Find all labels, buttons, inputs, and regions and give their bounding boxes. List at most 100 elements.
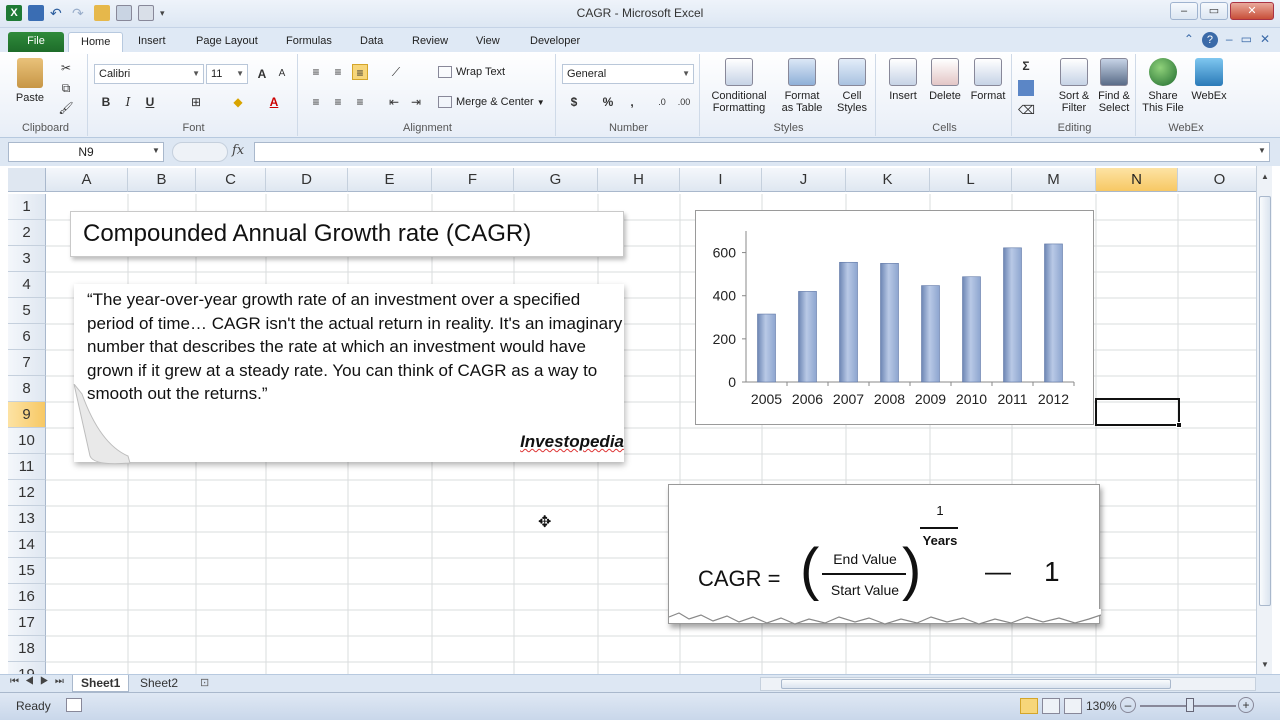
row-header-3[interactable]: 3 bbox=[8, 246, 46, 272]
align-top-icon[interactable]: ≡ bbox=[308, 64, 324, 80]
zoom-level[interactable]: 130% bbox=[1086, 699, 1117, 713]
bar-2005[interactable] bbox=[757, 313, 776, 383]
share-this-file-button[interactable]: Share This File bbox=[1140, 58, 1186, 114]
sort-filter-button[interactable]: Sort & Filter bbox=[1054, 58, 1094, 114]
currency-button[interactable]: $ bbox=[566, 94, 582, 110]
clear-icon[interactable]: ⌫ bbox=[1018, 102, 1035, 118]
align-bottom-icon[interactable]: ≡ bbox=[352, 64, 368, 80]
format-painter-icon[interactable]: 🖌 bbox=[58, 100, 74, 116]
row-header-17[interactable]: 17 bbox=[8, 610, 46, 636]
increase-indent-icon[interactable]: ⇥ bbox=[408, 94, 424, 110]
sheet-nav-arrows-icon[interactable]: ⏮◀▶⏭ bbox=[10, 676, 70, 687]
format-as-table-button[interactable]: Format as Table bbox=[776, 58, 828, 114]
zoom-out-icon[interactable]: – bbox=[1120, 697, 1136, 713]
normal-view-icon[interactable] bbox=[1020, 698, 1038, 714]
bar-2006[interactable] bbox=[798, 291, 817, 383]
shrink-font-icon[interactable]: A bbox=[274, 66, 290, 82]
formula-input[interactable] bbox=[254, 142, 1270, 162]
row-header-10[interactable]: 10 bbox=[8, 428, 46, 454]
row-header-2[interactable]: 2 bbox=[8, 220, 46, 246]
cut-icon[interactable]: ✂ bbox=[58, 60, 74, 76]
column-header-a[interactable]: A bbox=[46, 168, 128, 192]
scroll-up-icon[interactable]: ▲ bbox=[1261, 172, 1269, 181]
column-header-f[interactable]: F bbox=[432, 168, 514, 192]
column-header-b[interactable]: B bbox=[128, 168, 196, 192]
number-format-combo[interactable]: General ▼ bbox=[562, 64, 694, 84]
tab-file[interactable]: File bbox=[8, 32, 64, 52]
sheet-tab-sheet2[interactable]: Sheet2 bbox=[132, 675, 186, 692]
help-icon[interactable]: ? bbox=[1201, 32, 1218, 48]
underline-button[interactable]: U bbox=[142, 94, 158, 110]
orientation-icon[interactable]: ⟋ bbox=[388, 64, 404, 80]
page-break-view-icon[interactable] bbox=[1064, 698, 1082, 714]
font-name-combo[interactable]: Calibri ▼ bbox=[94, 64, 204, 84]
tab-formulas[interactable]: Formulas bbox=[274, 32, 344, 52]
align-right-icon[interactable]: ≡ bbox=[352, 94, 368, 110]
select-all-corner[interactable] bbox=[8, 168, 46, 192]
row-header-8[interactable]: 8 bbox=[8, 376, 46, 402]
workbook-close-icon[interactable]: ✕ bbox=[1260, 32, 1270, 48]
borders-icon[interactable]: ⊞ bbox=[188, 94, 204, 110]
row-header-15[interactable]: 15 bbox=[8, 558, 46, 584]
merge-center-button[interactable]: Merge & Center ▼ bbox=[438, 96, 545, 109]
wrap-text-button[interactable]: Wrap Text bbox=[438, 66, 505, 79]
fill-icon[interactable] bbox=[1018, 80, 1034, 96]
decrease-decimal-icon[interactable]: .00 bbox=[676, 94, 692, 110]
bar-2008[interactable] bbox=[880, 263, 899, 383]
column-header-k[interactable]: K bbox=[846, 168, 930, 192]
percent-button[interactable]: % bbox=[600, 94, 616, 110]
bar-2007[interactable] bbox=[839, 261, 858, 383]
comma-button[interactable]: , bbox=[624, 94, 640, 110]
workbook-restore-icon[interactable]: ▭ bbox=[1241, 32, 1252, 48]
grow-font-icon[interactable]: A bbox=[254, 66, 270, 82]
conditional-formatting-button[interactable]: Conditional Formatting bbox=[706, 58, 772, 114]
sheet-tab-sheet1[interactable]: Sheet1 bbox=[72, 675, 130, 692]
tab-data[interactable]: Data bbox=[348, 32, 395, 52]
bar-2012[interactable] bbox=[1044, 243, 1063, 383]
selected-cell-n9[interactable] bbox=[1095, 398, 1182, 428]
tab-page-layout[interactable]: Page Layout bbox=[184, 32, 270, 52]
copy-icon[interactable]: ⧉ bbox=[58, 80, 74, 96]
format-cells-button[interactable]: Format bbox=[966, 58, 1010, 102]
autosum-icon[interactable]: Σ bbox=[1018, 58, 1034, 74]
column-header-e[interactable]: E bbox=[348, 168, 432, 192]
page-layout-view-icon[interactable] bbox=[1042, 698, 1060, 714]
vertical-scrollbar[interactable]: ▲ ▼ bbox=[1256, 166, 1272, 674]
workbook-minimize-icon[interactable]: – bbox=[1226, 32, 1233, 48]
tab-home[interactable]: Home bbox=[68, 32, 124, 52]
column-header-j[interactable]: J bbox=[762, 168, 846, 192]
scroll-down-icon[interactable]: ▼ bbox=[1261, 660, 1269, 669]
row-header-7[interactable]: 7 bbox=[8, 350, 46, 376]
column-header-i[interactable]: I bbox=[680, 168, 762, 192]
increase-decimal-icon[interactable]: .0 bbox=[654, 94, 670, 110]
title-textbox[interactable]: Compounded Annual Growth rate (CAGR) bbox=[70, 211, 624, 257]
font-color-icon[interactable]: A bbox=[266, 94, 282, 110]
tab-review[interactable]: Review bbox=[400, 32, 460, 52]
bar-2009[interactable] bbox=[921, 285, 940, 383]
bold-button[interactable]: B bbox=[98, 94, 114, 110]
row-header-1[interactable]: 1 bbox=[8, 194, 46, 220]
horizontal-scroll-thumb[interactable] bbox=[781, 679, 1171, 689]
row-header-16[interactable]: 16 bbox=[8, 584, 46, 610]
bar-2011[interactable] bbox=[1003, 247, 1022, 383]
column-header-n[interactable]: N bbox=[1096, 168, 1178, 192]
row-header-5[interactable]: 5 bbox=[8, 298, 46, 324]
row-header-9[interactable]: 9 bbox=[8, 402, 46, 428]
font-size-combo[interactable]: 11 ▼ bbox=[206, 64, 248, 84]
insert-worksheet-icon[interactable]: ⊡ bbox=[200, 676, 209, 689]
horizontal-scrollbar[interactable] bbox=[760, 677, 1256, 691]
column-header-l[interactable]: L bbox=[930, 168, 1012, 192]
row-header-19[interactable]: 19 bbox=[8, 662, 46, 674]
row-header-14[interactable]: 14 bbox=[8, 532, 46, 558]
insert-function-button[interactable]: fx bbox=[232, 143, 244, 158]
row-header-12[interactable]: 12 bbox=[8, 480, 46, 506]
minimize-button[interactable]: – bbox=[1170, 2, 1198, 20]
align-left-icon[interactable]: ≡ bbox=[308, 94, 324, 110]
row-header-4[interactable]: 4 bbox=[8, 272, 46, 298]
bar-2010[interactable] bbox=[962, 276, 981, 383]
zoom-slider-thumb[interactable] bbox=[1186, 698, 1194, 712]
tab-insert[interactable]: Insert bbox=[126, 32, 178, 52]
row-header-6[interactable]: 6 bbox=[8, 324, 46, 350]
cell-styles-button[interactable]: Cell Styles bbox=[830, 58, 874, 114]
expand-formula-bar-icon[interactable]: ▼ bbox=[1258, 146, 1266, 155]
